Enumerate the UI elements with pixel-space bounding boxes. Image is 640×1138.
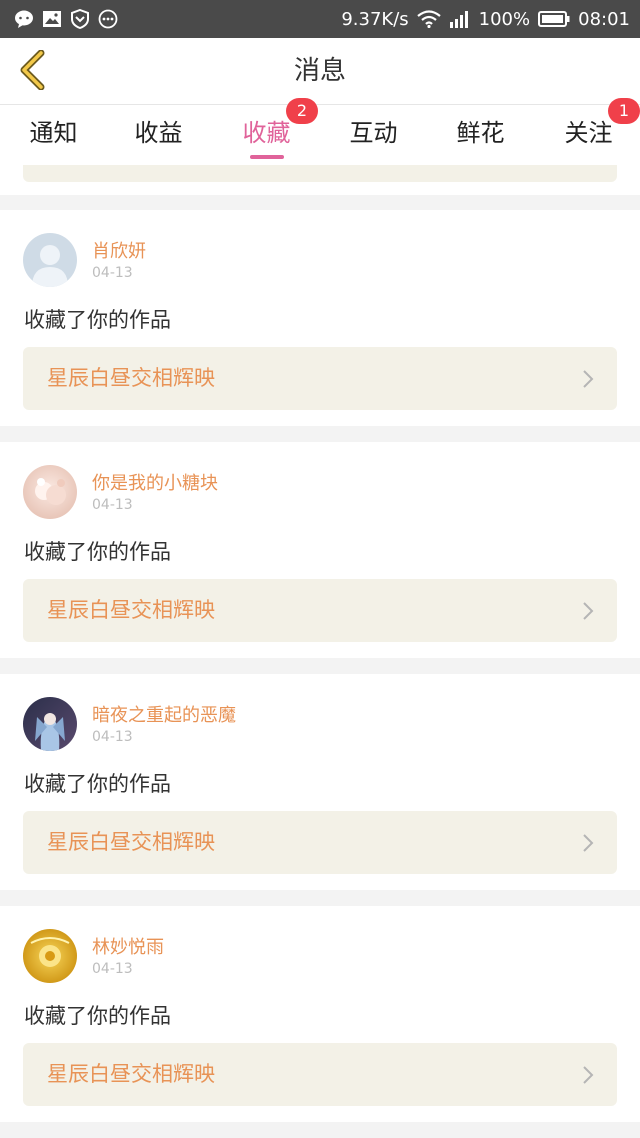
work-title: 星辰白昼交相辉映: [47, 1062, 215, 1086]
chevron-right-icon: [581, 600, 595, 622]
notification-date: 04-13: [92, 497, 133, 513]
action-text: 收藏了你的作品: [24, 540, 171, 564]
tab-label: 收益: [134, 119, 183, 147]
chat-bubble-icon: [14, 9, 34, 29]
user-name[interactable]: 暗夜之重起的恶魔: [92, 701, 236, 727]
user-avatar[interactable]: [23, 465, 77, 519]
user-avatar[interactable]: [23, 929, 77, 983]
tab-label: 通知: [29, 119, 78, 147]
action-text: 收藏了你的作品: [24, 1004, 171, 1028]
work-title: 星辰白昼交相辉映: [47, 830, 215, 854]
chevron-right-icon: [581, 368, 595, 390]
image-icon: [42, 9, 62, 29]
user-name[interactable]: 肖欣妍: [92, 237, 146, 263]
more-dots-icon: [98, 9, 118, 29]
previous-work-link[interactable]: [23, 165, 617, 182]
network-speed: 9.37K/s: [341, 8, 409, 30]
notification-item: 暗夜之重起的恶魔 04-13 收藏了你的作品 星辰白昼交相辉映: [0, 674, 640, 890]
tab-notice[interactable]: 通知: [0, 105, 107, 165]
notification-date: 04-13: [92, 729, 133, 745]
notification-item: 林妙悦雨 04-13 收藏了你的作品 星辰白昼交相辉映: [0, 906, 640, 1122]
follow-badge: 1: [608, 98, 640, 124]
notification-item: 肖欣妍 04-13 收藏了你的作品 星辰白昼交相辉映: [0, 210, 640, 426]
tab-label: 互动: [349, 119, 398, 147]
work-link[interactable]: 星辰白昼交相辉映: [23, 1043, 617, 1106]
tab-earnings[interactable]: 收益: [105, 105, 212, 165]
favorites-badge: 2: [286, 98, 318, 124]
notification-list[interactable]: 肖欣妍 04-13 收藏了你的作品 星辰白昼交相辉映 你是我的小糖块 04-13…: [0, 165, 640, 1138]
chevron-right-icon: [581, 1064, 595, 1086]
battery-percent: 100%: [478, 8, 531, 30]
work-link[interactable]: 星辰白昼交相辉映: [23, 347, 617, 410]
page-title: 消息: [293, 56, 346, 86]
notification-item: 你是我的小糖块 04-13 收藏了你的作品 星辰白昼交相辉映: [0, 442, 640, 658]
status-bar: 9.37K/s 100% 08:01: [0, 0, 640, 38]
tab-flowers[interactable]: 鲜花: [427, 105, 534, 165]
user-name[interactable]: 林妙悦雨: [92, 933, 164, 959]
previous-item-tail: [0, 165, 640, 195]
work-title: 星辰白昼交相辉映: [47, 598, 215, 622]
tab-label: 鲜花: [456, 119, 505, 147]
signal-icon: [449, 10, 471, 28]
work-title: 星辰白昼交相辉映: [47, 366, 215, 390]
tab-label: 关注: [564, 119, 613, 147]
user-name[interactable]: 你是我的小糖块: [92, 469, 218, 495]
tab-label: 收藏: [242, 119, 291, 147]
action-text: 收藏了你的作品: [24, 308, 171, 332]
wifi-icon: [416, 10, 441, 28]
notification-date: 04-13: [92, 961, 133, 977]
chevron-right-icon: [581, 832, 595, 854]
header-bar: 消息: [0, 38, 640, 105]
action-text: 收藏了你的作品: [24, 772, 171, 796]
work-link[interactable]: 星辰白昼交相辉映: [23, 811, 617, 874]
clock: 08:01: [578, 8, 630, 30]
active-tab-indicator: [249, 155, 284, 159]
tab-interaction[interactable]: 互动: [320, 105, 427, 165]
work-link[interactable]: 星辰白昼交相辉映: [23, 579, 617, 642]
notification-date: 04-13: [92, 265, 133, 281]
default-avatar-icon[interactable]: [23, 233, 77, 287]
user-avatar[interactable]: [23, 697, 77, 751]
battery-icon: [538, 10, 570, 28]
shield-icon: [70, 8, 90, 30]
tab-bar: 通知 收益 收藏 2 互动 鲜花 关注 1: [0, 98, 640, 165]
